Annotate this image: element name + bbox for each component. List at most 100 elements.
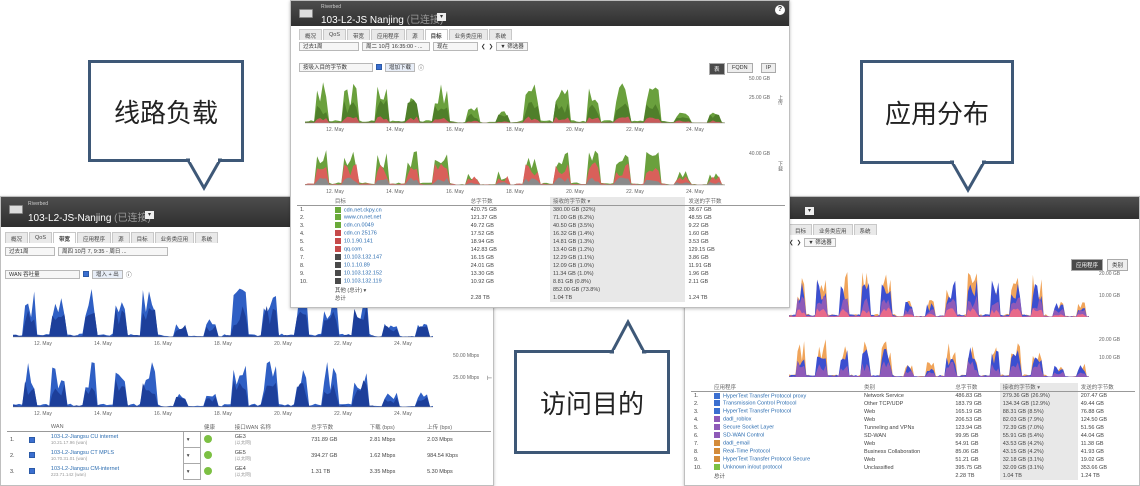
info-icon: ⓘ — [125, 273, 132, 279]
tab-system[interactable]: 系统 — [853, 224, 877, 235]
metric-select[interactable]: WAN 吞吐量 — [5, 270, 80, 279]
row-index: 6. — [300, 246, 305, 253]
time-range-input[interactable]: 周四 10月 7, 9:35 - 周日 ... — [58, 247, 168, 256]
view-category-button[interactable]: 类别 — [1107, 259, 1129, 271]
row-color-checkbox[interactable] — [714, 392, 721, 399]
device-dropdown-icon[interactable]: ▾ — [145, 211, 154, 219]
row-color-checkbox[interactable] — [334, 222, 341, 229]
health-icon — [201, 432, 232, 448]
dest-name[interactable]: 10.103.132.119 — [332, 278, 468, 286]
row-checkbox[interactable] — [26, 448, 48, 464]
row-color-checkbox[interactable] — [334, 246, 341, 253]
row-dropdown-icon[interactable]: ▾ — [182, 431, 202, 448]
row-color-checkbox[interactable] — [334, 206, 341, 213]
prev-icon[interactable]: ❮ — [481, 44, 486, 50]
row-dropdown-icon[interactable]: ▾ — [182, 463, 202, 480]
row-color-checkbox[interactable] — [334, 270, 341, 277]
toggle-checkbox[interactable] — [376, 64, 382, 71]
app-name[interactable]: HyperText Transfer Protocol proxy — [711, 392, 861, 400]
metric-select[interactable]: 按吸入目的字节数 — [299, 63, 373, 72]
row-color-checkbox[interactable] — [334, 230, 341, 237]
tab-qos[interactable]: QoS — [323, 29, 347, 40]
col-recv[interactable]: 接收的字节数 ▾ — [999, 383, 1078, 392]
app-name[interactable]: SD-WAN Control — [711, 432, 861, 440]
wan-name[interactable]: 103-L2-Jiangsu CU internet 10.21.17.96 (w… — [48, 432, 183, 448]
view-ip-button[interactable]: IP — [761, 63, 777, 73]
row-checkbox[interactable] — [26, 464, 48, 480]
dest-name[interactable]: 10.103.132.152 — [332, 270, 468, 278]
dest-name[interactable]: cdn.cn.0049 — [332, 222, 468, 230]
tab-dest[interactable]: 目标 — [789, 224, 813, 235]
app-name[interactable]: Real-Time Protocol — [711, 448, 861, 456]
other-label[interactable]: 其他 (总计) ▾ — [332, 286, 468, 294]
dest-name[interactable]: 10.1.90.141 — [332, 238, 468, 246]
tab-bandwidth[interactable]: 带宽 — [347, 29, 371, 40]
dest-name[interactable]: 10.103.132.147 — [332, 254, 468, 262]
row-color-checkbox[interactable] — [334, 278, 341, 285]
next-icon[interactable]: ❯ — [797, 240, 802, 246]
row-color-checkbox[interactable] — [334, 214, 341, 221]
toggle-checkbox[interactable] — [83, 271, 89, 278]
tab-business-apps[interactable]: 业务类应用 — [154, 232, 195, 243]
dest-name[interactable]: cdn.net.ckpy.cn — [332, 206, 468, 214]
next-icon[interactable]: ❯ — [489, 44, 494, 50]
row-color-checkbox[interactable] — [334, 254, 341, 261]
tab-dest[interactable]: 目标 — [424, 29, 448, 40]
time-select[interactable]: 过去1周 — [5, 247, 55, 256]
filter-button[interactable]: ▼ 筛选器 — [496, 42, 528, 51]
tab-system[interactable]: 系统 — [195, 232, 219, 243]
row-color-checkbox[interactable] — [714, 440, 721, 447]
row-index: 4. — [694, 416, 699, 423]
row-color-checkbox[interactable] — [714, 424, 721, 431]
app-name[interactable]: dadl_email — [711, 440, 861, 448]
col-recv[interactable]: 接收的字节数 ▾ — [550, 197, 686, 206]
dest-name[interactable]: qq.com — [332, 246, 468, 254]
tab-business-apps[interactable]: 业务类应用 — [448, 29, 489, 40]
time-select[interactable]: 过去1周 — [299, 42, 359, 51]
row-color-checkbox[interactable] — [714, 416, 721, 423]
row-color-checkbox[interactable] — [714, 456, 721, 463]
table-row: 8. Real-Time Protocol Business Collaborati… — [691, 447, 1135, 456]
tab-apps[interactable]: 应用程序 — [77, 232, 112, 243]
row-color-checkbox[interactable] — [714, 408, 721, 415]
filter-button[interactable]: ▼ 筛选器 — [804, 238, 836, 247]
row-color-checkbox[interactable] — [714, 448, 721, 455]
app-name[interactable]: HyperText Transfer Protocol Secure — [711, 456, 861, 464]
dest-name[interactable]: www.cn.net.net — [332, 214, 468, 222]
tab-qos[interactable]: QoS — [29, 232, 53, 243]
row-color-checkbox[interactable] — [714, 464, 721, 471]
tab-dest[interactable]: 目标 — [130, 232, 154, 243]
view-fqdn-button[interactable]: FQDN — [727, 63, 753, 73]
tab-overview[interactable]: 概况 — [5, 232, 29, 243]
app-name[interactable]: HyperText Transfer Protocol — [711, 408, 861, 416]
app-name[interactable]: dadl_roblox — [711, 416, 861, 424]
tab-apps[interactable]: 应用程序 — [371, 29, 406, 40]
right-device-dropdown-icon[interactable]: ▾ — [805, 207, 814, 215]
row-color-checkbox[interactable] — [334, 238, 341, 245]
tab-overview[interactable]: 概况 — [299, 29, 323, 40]
help-icon[interactable]: ? — [775, 5, 785, 15]
view-table-button[interactable]: 表 — [709, 63, 725, 75]
time-range-end[interactable]: 现在 — [433, 42, 478, 51]
tab-source[interactable]: 源 — [406, 29, 424, 40]
time-range-input[interactable]: 周二 10月 16:35:00 - ... — [362, 42, 430, 51]
row-color-checkbox[interactable] — [334, 262, 341, 269]
dest-name[interactable]: 10.1.10.89 — [332, 262, 468, 270]
tab-business-apps[interactable]: 业务类应用 — [813, 224, 853, 235]
app-name[interactable]: Unknown in/out protocol — [711, 464, 861, 472]
tab-system[interactable]: 系统 — [489, 29, 513, 40]
device-dropdown-icon[interactable]: ▾ — [437, 13, 446, 21]
app-name[interactable]: Transmission Control Protocol — [711, 400, 861, 408]
row-color-checkbox[interactable] — [714, 432, 721, 439]
dest-name[interactable]: cdn.cn 25176 — [332, 230, 468, 238]
tab-bandwidth[interactable]: 带宽 — [53, 232, 77, 243]
app-name[interactable]: Secure Socket Layer — [711, 424, 861, 432]
row-color-checkbox[interactable] — [714, 400, 721, 407]
col-health: 健康 — [200, 423, 232, 432]
center-download-x-tick: 18. May — [506, 189, 524, 195]
wan-name[interactable]: 103-L2-Jiangsu CM-internet 223.71.142 (wa… — [48, 464, 183, 480]
wan-name[interactable]: 103-L2-Jiangsu CT MPLS 10.70.31.01 (wan) — [48, 448, 183, 464]
row-checkbox[interactable] — [26, 432, 48, 448]
row-dropdown-icon[interactable]: ▾ — [182, 447, 202, 464]
tab-source[interactable]: 源 — [112, 232, 130, 243]
